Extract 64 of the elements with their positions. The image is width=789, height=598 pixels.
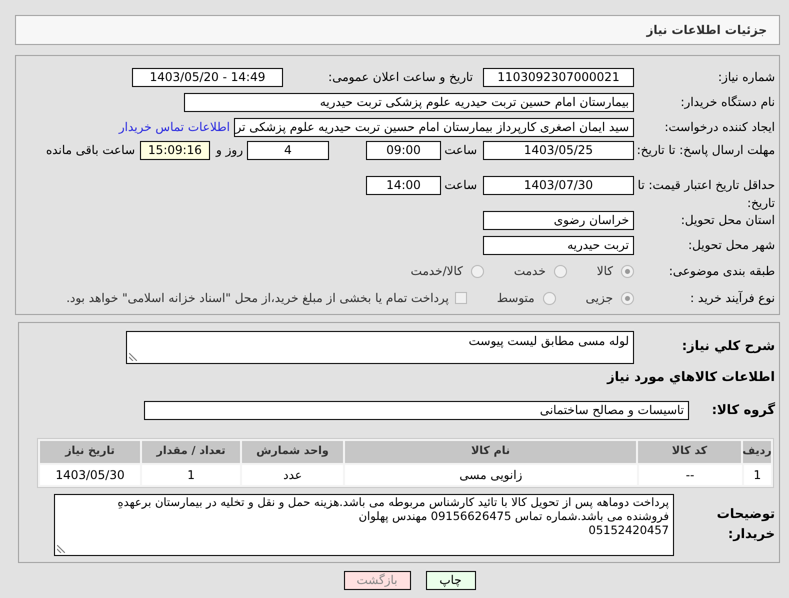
validity-date-field: 1403/07/30 — [483, 176, 634, 195]
field-label: حداقل تاریخ اعتبار قیمت: تا تاریخ: — [638, 178, 775, 210]
field-label: طبقه بندی موضوعی: — [668, 264, 775, 278]
notes-line: پرداخت دوماهه پس از تحویل کالا با تائید کارشناس مربوطه می باشد.هزینه حمل و نقل و تخلیه در بیمارستان برعهدهِ — [116, 494, 669, 508]
column-header: نام کالا — [344, 440, 636, 462]
field-label: نوع فرآیند خرید : — [690, 291, 775, 305]
field-label: گروه کالا: — [712, 403, 775, 418]
column-header: کد کالا — [638, 440, 741, 462]
field-label: نام دستگاه خریدار: — [680, 95, 775, 109]
days-label: روز و — [216, 142, 243, 159]
table-cell: عدد — [242, 464, 344, 484]
option-label: متوسط — [496, 290, 535, 307]
goods-group-field: تاسیسات و مصالح ساختمانی — [144, 401, 689, 420]
table-cell: 1403/05/30 — [40, 464, 140, 484]
column-header: ردیف — [743, 440, 771, 462]
option-label: کالا/خدمت — [410, 263, 463, 280]
notes-line: 05152420457 — [588, 522, 669, 536]
announce-date-field: 1403/05/20 - 14:49 — [132, 68, 283, 86]
checkbox-label: پرداخت تمام یا بخشی از مبلغ خرید،از محل "اسناد خزانه اسلامی" خواهد بود. — [66, 290, 449, 307]
province-field: خراسان رضوی — [483, 210, 634, 230]
option-label: جزیی — [586, 290, 613, 307]
resize-grip-icon — [57, 544, 65, 552]
deadline-time-field: 09:00 — [366, 141, 441, 160]
requester-field: سید ایمان اصغری کارپرداز بیمارستان امام حسین تربت حیدریه علوم پزشکی تر — [234, 118, 634, 136]
field-label: مهلت ارسال پاسخ: تا تاریخ: — [636, 143, 775, 157]
print-button[interactable]: چاپ — [426, 570, 476, 590]
radio-button[interactable] — [542, 292, 556, 304]
field-label: شماره نیاز: — [718, 70, 775, 84]
time-label: ساعت — [447, 177, 477, 194]
days-field: 4 — [247, 141, 329, 160]
table-cell: زانویی مسی — [345, 464, 637, 484]
checkbox[interactable] — [454, 292, 467, 304]
field-label: استان محل تحویل: — [680, 213, 775, 227]
column-header: تعداد / مقدار — [142, 440, 240, 462]
table-cell: -- — [638, 464, 742, 484]
table-cell: 1 — [744, 464, 771, 484]
remaining-time-field: 15:09:16 — [140, 141, 210, 160]
time-label: ساعت — [447, 142, 477, 159]
resize-grip-icon — [129, 353, 137, 361]
radio-button[interactable] — [621, 264, 634, 278]
section-title: اطلاعات کالاهاي مورد نياز — [607, 369, 775, 388]
radio-button[interactable] — [621, 292, 634, 304]
deadline-date-field: 1403/05/25 — [483, 141, 634, 160]
description-field: لوله مسی مطابق لیست پیوست — [126, 331, 634, 364]
need-number-field: 1103092307000021 — [483, 68, 634, 86]
field-label: تاریخ و ساعت اعلان عمومی: — [327, 69, 473, 86]
field-label: توضیحات خریدار: — [716, 507, 775, 542]
field-label: شرح کلي نياز: — [682, 339, 775, 354]
column-header: واحد شمارش — [242, 440, 343, 462]
field-label: شهر محل تحویل: — [688, 238, 775, 252]
buyer-org-field: بیمارستان امام حسین تربت حیدریه علوم پزشکی تربت حیدریه — [184, 92, 634, 112]
city-field: تربت حیدریه — [483, 236, 634, 254]
buyer-contact-link[interactable]: اطلاعات تماس خریدار — [118, 118, 230, 136]
column-header: تاریخ نیاز — [40, 440, 140, 462]
table-cell: 1 — [142, 464, 240, 484]
radio-button[interactable] — [554, 264, 567, 278]
remaining-label: ساعت باقی مانده — [46, 142, 135, 159]
page-title: جزئیات اطلاعات نیاز — [646, 22, 767, 39]
option-label: خدمت — [514, 263, 546, 280]
radio-button[interactable] — [470, 264, 484, 278]
field-label: ایجاد کننده درخواست: — [664, 120, 775, 134]
validity-time-field: 14:00 — [366, 176, 441, 195]
option-label: کالا — [596, 263, 613, 280]
notes-line: فروشنده می باشد.شماره تماس 09156626475 مهندس پهلوان — [358, 508, 669, 522]
